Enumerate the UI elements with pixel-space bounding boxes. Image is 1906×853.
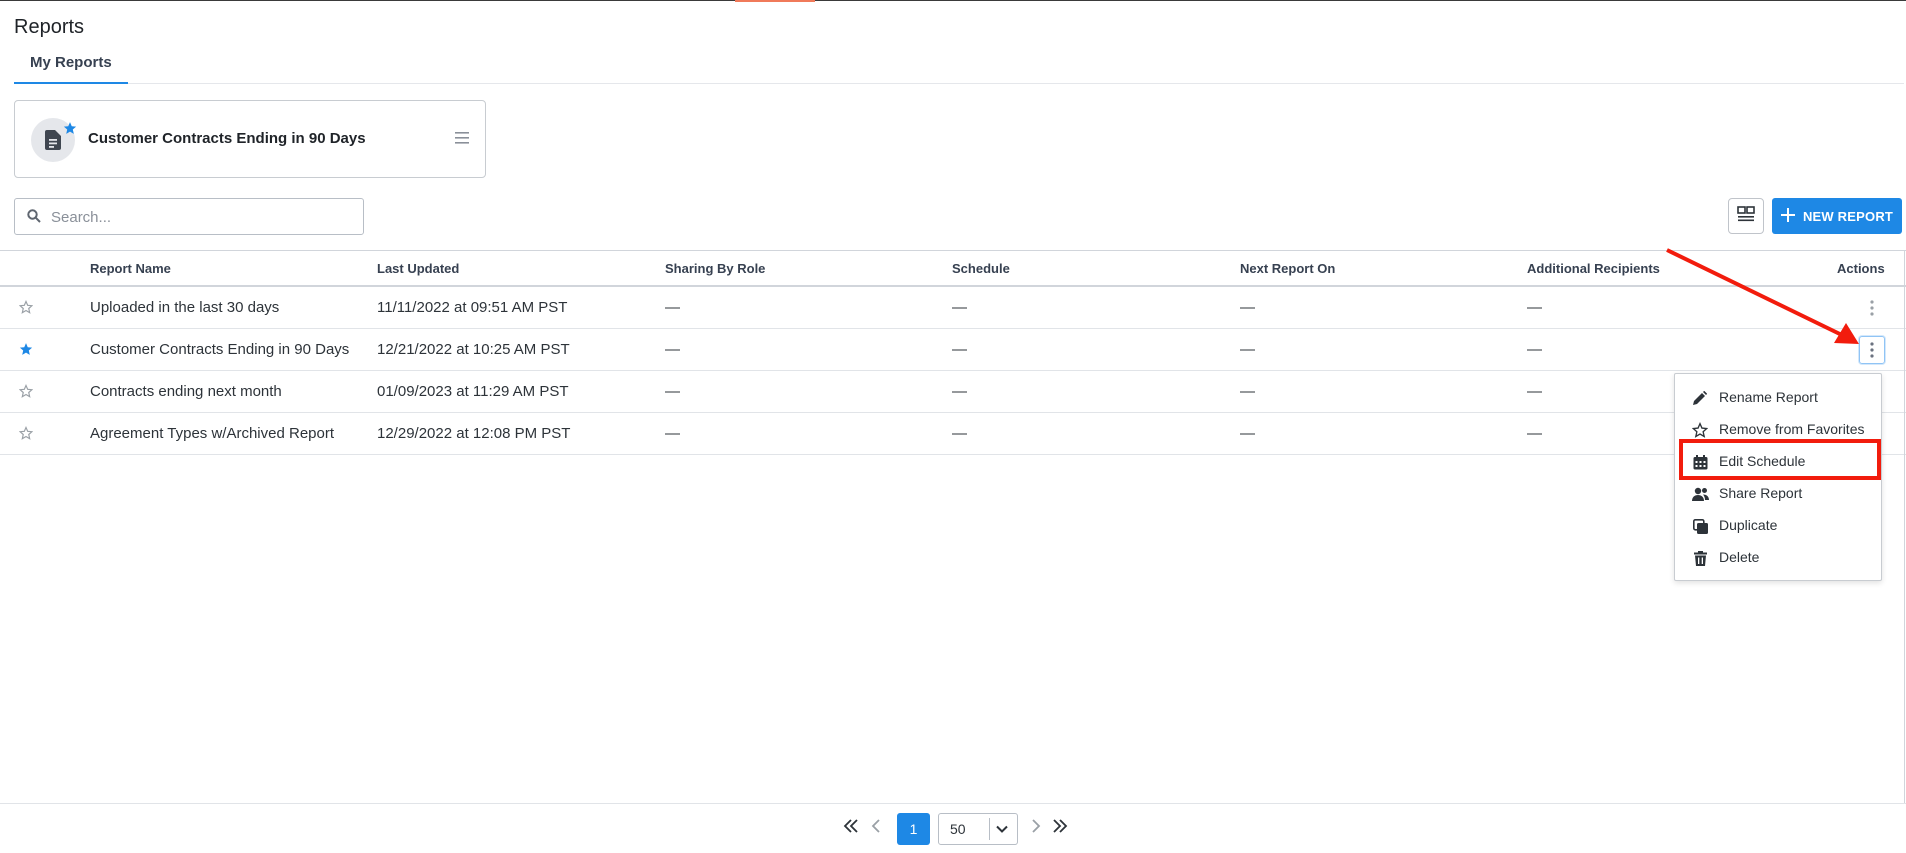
menu-item-share-report[interactable]: Share Report bbox=[1675, 477, 1881, 509]
select-divider bbox=[989, 818, 990, 840]
recipients-cell: — bbox=[1527, 299, 1542, 316]
report-name-cell[interactable]: Customer Contracts Ending in 90 Days bbox=[90, 341, 349, 358]
current-page-button[interactable]: 1 bbox=[897, 813, 930, 845]
window-top-border bbox=[0, 0, 1906, 1]
favorite-card-title: Customer Contracts Ending in 90 Days bbox=[88, 130, 366, 147]
tab-my-reports[interactable]: My Reports bbox=[14, 48, 128, 84]
column-header-schedule[interactable]: Schedule bbox=[952, 261, 1010, 276]
favorite-report-card[interactable]: Customer Contracts Ending in 90 Days bbox=[14, 100, 486, 178]
table-right-border bbox=[1904, 250, 1905, 803]
sharing-cell: — bbox=[665, 425, 680, 442]
last-updated-cell: 12/21/2022 at 10:25 AM PST bbox=[377, 341, 570, 358]
recipients-cell: — bbox=[1527, 341, 1542, 358]
next-report-cell: — bbox=[1240, 299, 1255, 316]
hamburger-menu-icon[interactable] bbox=[455, 131, 469, 149]
menu-item-label: Duplicate bbox=[1719, 517, 1778, 533]
search-input[interactable] bbox=[51, 205, 351, 229]
column-header-next-report-on[interactable]: Next Report On bbox=[1240, 261, 1335, 276]
users-icon bbox=[1691, 485, 1709, 503]
schedule-cell: — bbox=[952, 383, 967, 400]
menu-item-duplicate[interactable]: Duplicate bbox=[1675, 509, 1881, 541]
last-updated-cell: 01/09/2023 at 11:29 AM PST bbox=[377, 383, 569, 400]
grid-view-icon bbox=[1737, 205, 1755, 227]
tab-bar: My Reports bbox=[14, 48, 1904, 84]
menu-item-label: Delete bbox=[1719, 549, 1760, 565]
report-name-cell[interactable]: Agreement Types w/Archived Report bbox=[90, 425, 334, 442]
table-row[interactable]: Contracts ending next month 01/09/2023 a… bbox=[0, 371, 1906, 413]
report-name-cell[interactable]: Uploaded in the last 30 days bbox=[90, 299, 279, 316]
reports-table: Report Name Last Updated Sharing By Role… bbox=[0, 250, 1906, 455]
annotation-arrow bbox=[1666, 248, 1859, 344]
recipients-cell: — bbox=[1527, 425, 1542, 442]
pencil-icon bbox=[1691, 389, 1709, 407]
column-header-report-name[interactable]: Report Name bbox=[90, 261, 171, 276]
star-outline-icon[interactable] bbox=[18, 426, 34, 445]
menu-item-label: Rename Report bbox=[1719, 389, 1818, 405]
pagination-bar: 1 50 bbox=[0, 803, 1906, 851]
previous-page-icon[interactable] bbox=[870, 818, 882, 839]
new-report-label: NEW REPORT bbox=[1802, 208, 1894, 224]
table-row[interactable]: Customer Contracts Ending in 90 Days 12/… bbox=[0, 329, 1906, 371]
star-outline-icon[interactable] bbox=[18, 300, 34, 319]
next-report-cell: — bbox=[1240, 341, 1255, 358]
table-row[interactable]: Agreement Types w/Archived Report 12/29/… bbox=[0, 413, 1906, 455]
search-field[interactable] bbox=[14, 198, 364, 235]
page-size-select[interactable]: 50 bbox=[938, 813, 1018, 845]
next-report-cell: — bbox=[1240, 383, 1255, 400]
sharing-cell: — bbox=[665, 341, 680, 358]
grid-view-toggle-button[interactable] bbox=[1728, 198, 1764, 234]
last-updated-cell: 12/29/2022 at 12:08 PM PST bbox=[377, 425, 571, 442]
table-header: Report Name Last Updated Sharing By Role… bbox=[0, 250, 1906, 287]
table-row[interactable]: Uploaded in the last 30 days 11/11/2022 … bbox=[0, 287, 1906, 329]
annotation-highlight-box bbox=[1679, 439, 1881, 480]
schedule-cell: — bbox=[952, 341, 967, 358]
menu-item-delete[interactable]: Delete bbox=[1675, 541, 1881, 573]
recipients-cell: — bbox=[1527, 383, 1542, 400]
chevron-down-icon bbox=[995, 822, 1009, 841]
favorite-star-icon bbox=[63, 121, 77, 140]
trash-icon bbox=[1691, 549, 1709, 567]
first-page-icon[interactable] bbox=[843, 818, 859, 839]
sharing-cell: — bbox=[665, 383, 680, 400]
column-header-sharing-by-role[interactable]: Sharing By Role bbox=[665, 261, 765, 276]
copy-icon bbox=[1691, 517, 1709, 535]
menu-item-label: Remove from Favorites bbox=[1719, 421, 1865, 437]
menu-item-label: Share Report bbox=[1719, 485, 1803, 501]
loading-accent-bar bbox=[735, 0, 815, 2]
schedule-cell: — bbox=[952, 299, 967, 316]
menu-item-rename-report[interactable]: Rename Report bbox=[1675, 381, 1881, 413]
next-report-cell: — bbox=[1240, 425, 1255, 442]
report-name-cell[interactable]: Contracts ending next month bbox=[90, 383, 282, 400]
star-outline-icon[interactable] bbox=[18, 384, 34, 403]
column-header-additional-recipients[interactable]: Additional Recipients bbox=[1527, 261, 1660, 276]
star-outline-icon bbox=[1691, 421, 1709, 439]
last-page-icon[interactable] bbox=[1052, 818, 1068, 839]
search-icon bbox=[27, 209, 41, 228]
page-title: Reports bbox=[14, 16, 85, 38]
plus-icon bbox=[1780, 207, 1795, 225]
next-page-icon[interactable] bbox=[1030, 818, 1042, 839]
last-updated-cell: 11/11/2022 at 09:51 AM PST bbox=[377, 299, 568, 316]
star-filled-icon[interactable] bbox=[19, 342, 33, 361]
schedule-cell: — bbox=[952, 425, 967, 442]
column-header-last-updated[interactable]: Last Updated bbox=[377, 261, 459, 276]
sharing-cell: — bbox=[665, 299, 680, 316]
page-size-value: 50 bbox=[950, 821, 966, 837]
new-report-button[interactable]: NEW REPORT bbox=[1772, 198, 1902, 234]
